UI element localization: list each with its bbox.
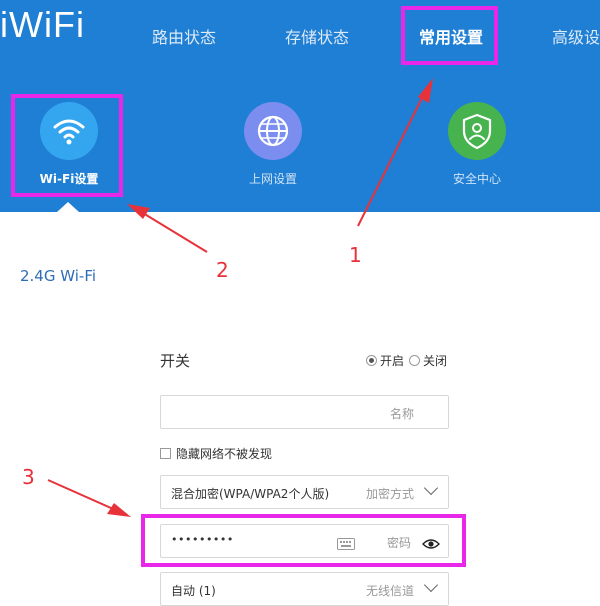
encryption-value: 混合加密(WPA/WPA2个人版) bbox=[171, 487, 330, 501]
radio-on[interactable] bbox=[366, 355, 377, 366]
wifi-name-placeholder: 名称 bbox=[389, 407, 414, 421]
annotation-box-wifi-settings bbox=[11, 94, 123, 197]
nav-router-status[interactable]: 路由状态 bbox=[152, 24, 216, 48]
hide-network-row: 隐藏网络不被发现 bbox=[160, 445, 272, 462]
radio-off-label: 关闭 bbox=[423, 354, 448, 368]
chevron-down-icon bbox=[423, 480, 439, 496]
encryption-label: 加密方式 bbox=[365, 487, 414, 501]
logo: iWiFi bbox=[0, 4, 85, 45]
subnav-security-label: 安全中心 bbox=[452, 172, 501, 186]
shield-user-icon bbox=[448, 102, 506, 160]
annotation-number-2: 2 bbox=[216, 258, 229, 282]
globe-icon bbox=[244, 102, 302, 160]
subnav-internet-label: 上网设置 bbox=[248, 172, 297, 186]
channel-label: 无线信道 bbox=[365, 584, 414, 598]
radio-on-label: 开启 bbox=[380, 354, 405, 368]
annotation-number-3: 3 bbox=[22, 465, 35, 489]
hide-network-label: 隐藏网络不被发现 bbox=[176, 447, 273, 461]
channel-value: 自动 (1) bbox=[171, 584, 216, 598]
active-tab-caret bbox=[57, 202, 79, 212]
chevron-down-icon bbox=[423, 577, 439, 593]
annotation-number-1: 1 bbox=[349, 243, 362, 267]
encryption-select[interactable]: 混合加密(WPA/WPA2个人版) 加密方式 bbox=[160, 475, 449, 509]
subnav-security-center[interactable]: 安全中心 bbox=[417, 102, 537, 187]
annotation-box-password bbox=[141, 514, 466, 567]
section-title: 2.4G Wi-Fi bbox=[20, 267, 97, 285]
channel-select[interactable]: 自动 (1) 无线信道 bbox=[160, 572, 449, 606]
annotation-box-common-settings bbox=[401, 6, 498, 65]
nav-storage-status[interactable]: 存储状态 bbox=[285, 24, 349, 48]
nav-advanced-settings[interactable]: 高级设 bbox=[552, 24, 600, 48]
subnav-internet-settings[interactable]: 上网设置 bbox=[213, 102, 333, 187]
hide-network-checkbox[interactable] bbox=[160, 448, 171, 459]
switch-radio-group: 开启 关闭 bbox=[366, 352, 447, 369]
radio-off[interactable] bbox=[409, 355, 421, 366]
wifi-name-input[interactable]: 名称 bbox=[160, 395, 449, 429]
switch-label: 开关 bbox=[160, 352, 191, 370]
